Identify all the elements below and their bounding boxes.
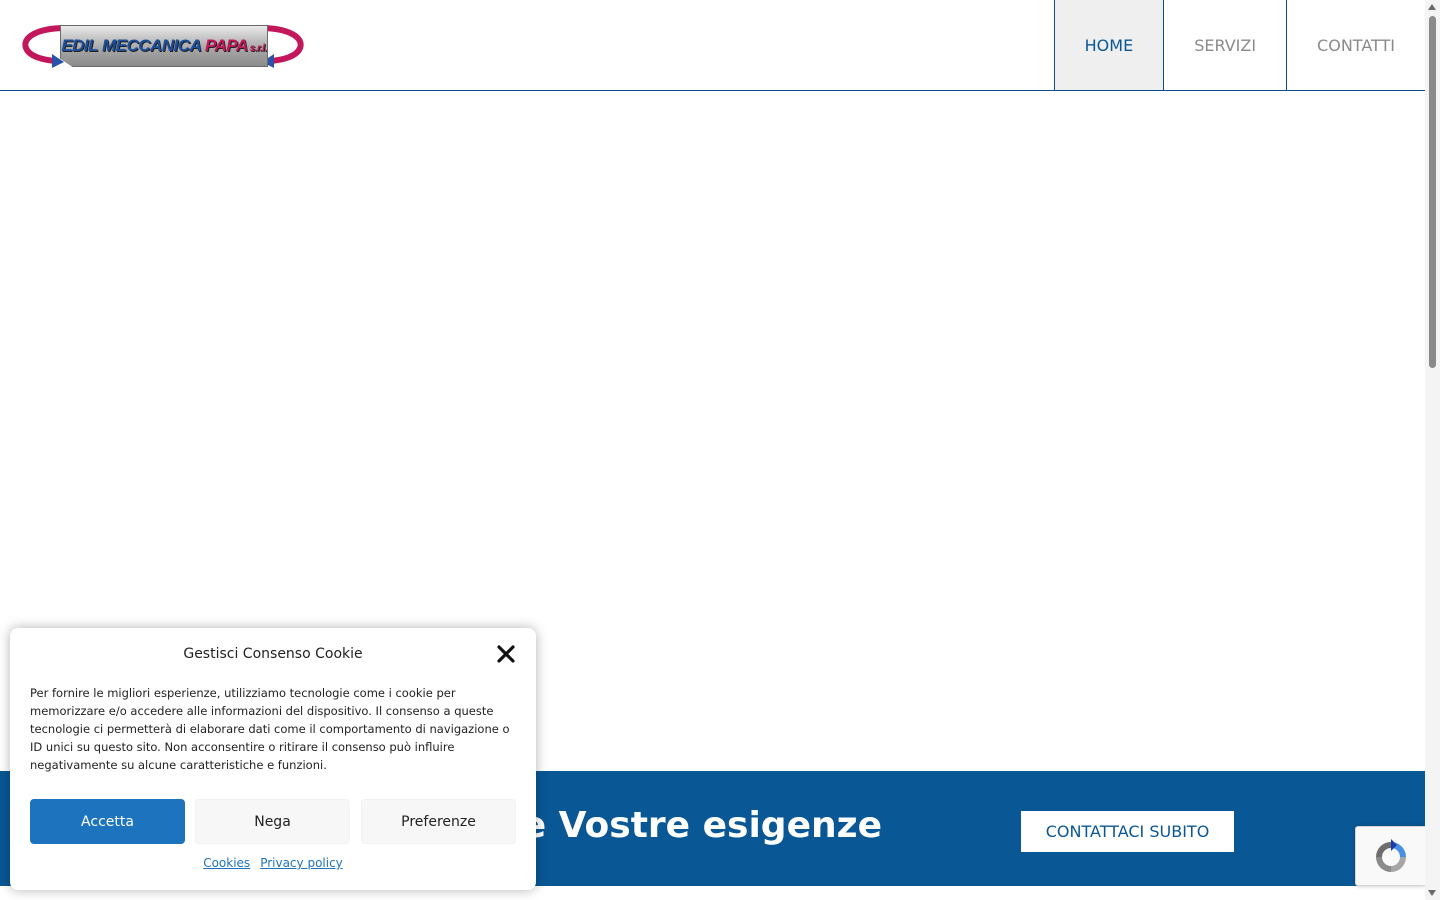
scroll-down-icon[interactable] xyxy=(1428,890,1436,896)
cookie-dialog-title: Gestisci Consenso Cookie xyxy=(183,646,363,662)
site-logo[interactable]: EDIL MECCANICA PAPA s.r.l. xyxy=(22,22,304,70)
contact-now-button[interactable]: CONTATTACI SUBITO xyxy=(1021,811,1234,852)
page: EDIL MECCANICA PAPA s.r.l. HOME SERVIZI C… xyxy=(0,0,1440,900)
main-nav: HOME SERVIZI CONTATTI xyxy=(1053,0,1425,90)
scroll-up-icon[interactable] xyxy=(1428,4,1436,10)
preferences-button[interactable]: Preferenze xyxy=(361,799,516,844)
page-scrollbar[interactable] xyxy=(1425,0,1440,900)
cookie-consent-dialog: Gestisci Consenso Cookie Per fornire le … xyxy=(10,628,536,890)
nav-item-servizi[interactable]: SERVIZI xyxy=(1163,0,1286,90)
recaptcha-badge[interactable] xyxy=(1355,826,1425,886)
cookie-links: Cookies Privacy policy xyxy=(10,856,536,870)
cookies-link[interactable]: Cookies xyxy=(203,856,250,870)
logo-plate: EDIL MECCANICA PAPA s.r.l. xyxy=(60,25,268,67)
privacy-policy-link[interactable]: Privacy policy xyxy=(260,856,343,870)
nav-item-home[interactable]: HOME xyxy=(1053,0,1164,90)
logo-text: EDIL MECCANICA PAPA s.r.l. xyxy=(61,36,267,55)
site-header: EDIL MECCANICA PAPA s.r.l. HOME SERVIZI C… xyxy=(0,0,1425,91)
nav-item-contatti[interactable]: CONTATTI xyxy=(1286,0,1425,90)
scrollbar-thumb[interactable] xyxy=(1429,16,1436,368)
recaptcha-icon xyxy=(1376,839,1406,872)
close-icon[interactable] xyxy=(495,643,517,665)
deny-button[interactable]: Nega xyxy=(195,799,350,844)
cookie-dialog-body: Per fornire le migliori esperienze, util… xyxy=(30,686,510,772)
accept-button[interactable]: Accetta xyxy=(30,799,185,844)
